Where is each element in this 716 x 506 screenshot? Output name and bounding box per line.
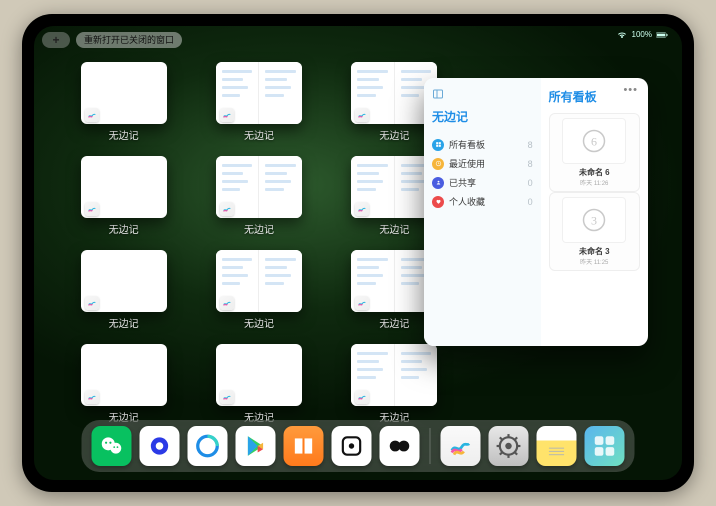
grid-icon <box>432 139 444 151</box>
freeform-window[interactable]: ••• 无边记 所有看板8最近使用8已共享0个人收藏0 所有看板 6未命名 6昨… <box>424 78 648 346</box>
window-label: 无边记 <box>109 127 139 142</box>
window-label: 无边记 <box>109 221 139 236</box>
freeform-app-icon <box>85 202 99 216</box>
freeform-app-icon <box>355 108 369 122</box>
board-date: 昨天 11:25 <box>580 257 608 266</box>
sidebar-item[interactable]: 所有看板 8 <box>432 135 533 154</box>
stage-window[interactable]: 无边记 <box>70 156 177 236</box>
applibrary-icon[interactable] <box>585 426 625 466</box>
stage-window[interactable]: 无边记 <box>70 250 177 330</box>
ipad-frame: 100% + 重新打开已关闭的窗口 无边记无边记无边记无边记无边记无边记无边记无… <box>22 14 694 492</box>
sidebar-item-label: 个人收藏 <box>449 195 485 208</box>
window-label: 无边记 <box>379 315 409 330</box>
stage-window[interactable]: 无边记 <box>70 344 177 424</box>
board-preview: 6 <box>562 118 626 164</box>
sidebar-toggle-icon[interactable] <box>432 88 444 100</box>
window-label: 无边记 <box>109 315 139 330</box>
board-date: 昨天 11:26 <box>580 178 608 187</box>
sidebar-item-count: 8 <box>528 159 533 169</box>
sidebar-item[interactable]: 个人收藏 0 <box>432 192 533 211</box>
board-preview: 3 <box>562 197 626 243</box>
notes-icon[interactable] <box>537 426 577 466</box>
stage-grid: 无边记无边记无边记无边记无边记无边记无边记无边记无边记无边记无边记无边记 <box>70 62 448 424</box>
ipad-screen: 100% + 重新打开已关闭的窗口 无边记无边记无边记无边记无边记无边记无边记无… <box>34 26 682 480</box>
freeform-app-icon <box>355 390 369 404</box>
window-label: 无边记 <box>244 127 274 142</box>
freeform-icon[interactable] <box>441 426 481 466</box>
heart-icon <box>432 196 444 208</box>
window-label: 无边记 <box>379 127 409 142</box>
sidebar-item-count: 8 <box>528 140 533 150</box>
person-icon <box>432 177 444 189</box>
quark-icon[interactable] <box>140 426 180 466</box>
svg-text:6: 6 <box>591 135 597 149</box>
new-window-button[interactable]: + <box>42 32 70 48</box>
freeform-app-icon <box>355 296 369 310</box>
sidebar-item-label: 已共享 <box>449 176 476 189</box>
wechat-icon[interactable] <box>92 426 132 466</box>
top-left-controls: + 重新打开已关闭的窗口 <box>42 32 182 48</box>
contacts-icon[interactable] <box>380 426 420 466</box>
more-icon[interactable]: ••• <box>623 84 638 96</box>
freeform-app-icon <box>355 202 369 216</box>
sidebar-title: 无边记 <box>432 108 533 125</box>
board-card[interactable]: 6 未命名 6昨天 11:26 <box>549 113 640 192</box>
wifi-icon <box>616 31 628 39</box>
stage-window[interactable]: 无边记 <box>205 156 312 236</box>
freeform-app-icon <box>85 108 99 122</box>
books-icon[interactable] <box>284 426 324 466</box>
freeform-app-icon <box>85 296 99 310</box>
sidebar-item-count: 0 <box>528 197 533 207</box>
freeform-app-icon <box>220 390 234 404</box>
qqbrowser-icon[interactable] <box>188 426 228 466</box>
window-label: 无边记 <box>244 221 274 236</box>
sidebar-item[interactable]: 已共享 0 <box>432 173 533 192</box>
dice-icon[interactable] <box>332 426 372 466</box>
stage-window[interactable]: 无边记 <box>205 62 312 142</box>
battery-text: 100% <box>632 30 652 39</box>
stage-window[interactable]: 无边记 <box>205 250 312 330</box>
stage-window[interactable]: 无边记 <box>70 62 177 142</box>
board-card[interactable]: 3 未命名 3昨天 11:25 <box>549 192 640 271</box>
board-list: 所有看板 6未命名 6昨天 11:263未命名 3昨天 11:25 <box>541 78 648 346</box>
window-label: 无边记 <box>379 221 409 236</box>
status-bar: 100% <box>616 30 668 39</box>
freeform-app-icon <box>85 390 99 404</box>
freeform-app-icon <box>220 108 234 122</box>
svg-text:3: 3 <box>591 214 597 228</box>
reopen-closed-pill[interactable]: 重新打开已关闭的窗口 <box>76 32 182 48</box>
sidebar: 无边记 所有看板 8 最近使用 8 已共享 0 个人收藏 0 <box>424 78 541 346</box>
freeform-app-icon <box>220 296 234 310</box>
board-name: 未命名 3 <box>579 246 610 257</box>
settings-icon[interactable] <box>489 426 529 466</box>
sidebar-item[interactable]: 最近使用 8 <box>432 154 533 173</box>
sidebar-item-count: 0 <box>528 178 533 188</box>
dock-separator <box>430 428 431 464</box>
board-name: 未命名 6 <box>579 167 610 178</box>
dock <box>82 420 635 472</box>
freeform-app-icon <box>220 202 234 216</box>
window-label: 无边记 <box>244 315 274 330</box>
stage-window[interactable]: 无边记 <box>205 344 312 424</box>
battery-icon <box>656 31 668 39</box>
clock-icon <box>432 158 444 170</box>
stage-window[interactable]: 无边记 <box>341 344 448 424</box>
sidebar-item-label: 最近使用 <box>449 157 485 170</box>
playstore-icon[interactable] <box>236 426 276 466</box>
sidebar-item-label: 所有看板 <box>449 138 485 151</box>
